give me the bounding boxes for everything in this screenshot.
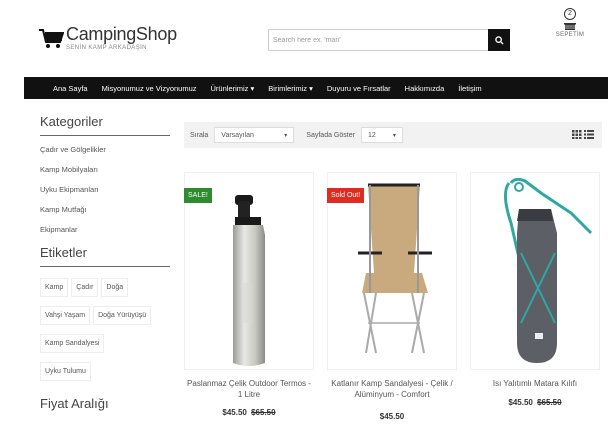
view-toggle: [572, 130, 594, 139]
sort-label: Sırala: [190, 131, 209, 139]
nav-item-units[interactable]: Birimlerimiz ▾: [268, 84, 313, 93]
nav-item-home[interactable]: Ana Sayfa: [53, 84, 88, 93]
nav-item-products[interactable]: Ürünlerimiz ▾: [211, 84, 255, 93]
product-price: $45.50: [327, 412, 457, 421]
product-name[interactable]: Katlanır Kamp Sandalyesi - Çelik / Alümi…: [327, 378, 457, 400]
list-view-icon[interactable]: [584, 130, 594, 139]
tag-link[interactable]: Uyku Tulumu: [40, 362, 91, 381]
nav-item-announcements[interactable]: Duyuru ve Fırsatlar: [327, 84, 391, 93]
sort-select[interactable]: Varsayılan ▾: [214, 127, 295, 143]
tag-cloud: Kamp Çadır Doğa Vahşi Yaşam Doğa Yürüyüş…: [40, 278, 170, 390]
product-price: $45.50 $65.50: [470, 398, 600, 407]
site-logo[interactable]: CampingShop SENİN KAMP ARKADAŞIN: [38, 24, 177, 51]
tag-link[interactable]: Çadır: [71, 278, 99, 297]
category-link[interactable]: Kamp Mobilyaları: [40, 165, 170, 175]
product-card[interactable]: SALE! Paslanmaz Çelik Outdoor Termos - 1…: [184, 172, 314, 430]
price-current: $45.50: [222, 408, 247, 417]
per-page-value: 12: [367, 131, 376, 139]
search-input[interactable]: [268, 29, 488, 51]
brand-name: CampingShop: [66, 24, 177, 44]
categories-title: Kategoriler: [40, 114, 170, 136]
category-link[interactable]: Çadır ve Gölgelikler: [40, 145, 170, 155]
tag-link[interactable]: Vahşi Yaşam: [40, 306, 91, 325]
product-card[interactable]: Sold Out! Katlanır Kamp Sandalyesi - Çel…: [327, 172, 457, 430]
price-current: $45.50: [508, 398, 533, 407]
cart-count-badge: 2: [564, 8, 576, 20]
product-toolbar: Sırala Varsayılan ▾ Sayfada Göster 12 ▾: [184, 122, 602, 148]
cart-label: SEPETİM: [555, 32, 585, 38]
page: CampingShop SENİN KAMP ARKADAŞIN 2 SEPET…: [0, 0, 608, 430]
category-link[interactable]: Kamp Mutfağı: [40, 205, 170, 215]
cart-button[interactable]: 2 SEPETİM: [552, 8, 588, 38]
tags-title: Etiketler: [40, 245, 170, 267]
product-name[interactable]: Paslanmaz Çelik Outdoor Termos - 1 Litre: [184, 378, 314, 400]
product-badge: Sold Out!: [327, 188, 365, 203]
tag-link[interactable]: Kamp: [40, 278, 69, 297]
category-link[interactable]: Ekipmanlar: [40, 225, 170, 235]
nav-item-about[interactable]: Hakkımızda: [405, 84, 445, 93]
grid-view-icon[interactable]: [572, 130, 582, 139]
product-badge: SALE!: [184, 188, 212, 203]
price-current: $45.50: [379, 412, 405, 421]
product-image[interactable]: [470, 172, 600, 370]
brand-tagline: SENİN KAMP ARKADAŞIN: [66, 45, 147, 51]
category-link[interactable]: Uyku Ekipmanları: [40, 185, 170, 195]
shopping-cart-logo-icon: [39, 29, 64, 48]
nav-item-mission[interactable]: Misyonumuz ve Vizyonumuz: [102, 84, 197, 93]
sort-value: Varsayılan: [221, 131, 254, 139]
per-page-label: Sayfada Göster: [306, 131, 355, 139]
tag-link[interactable]: Doğa: [101, 278, 129, 297]
sidebar: Kategoriler Çadır ve Gölgelikler Kamp Mo…: [40, 114, 170, 426]
tag-link[interactable]: Kamp Sandalyesi: [40, 334, 105, 353]
product-grid: SALE! Paslanmaz Çelik Outdoor Termos - 1…: [184, 172, 602, 430]
basket-icon: [564, 23, 576, 30]
price-old: $65.50: [251, 408, 276, 417]
chevron-down-icon: ▾: [284, 132, 288, 139]
bottle-cover-image: [504, 177, 593, 363]
product-price: $45.50 $65.50: [184, 408, 314, 417]
product-card[interactable]: Isı Yalıtımlı Matara Kılıfı $45.50 $65.5…: [470, 172, 600, 430]
nav-item-contact[interactable]: İletişim: [458, 84, 481, 93]
price-old: $65.50: [537, 398, 562, 407]
product-name[interactable]: Isı Yalıtımlı Matara Kılıfı: [470, 378, 600, 389]
price-range-title: Fiyat Aralığı: [40, 396, 109, 411]
main-nav: Ana Sayfa Misyonumuz ve Vizyonumuz Ürünl…: [24, 77, 608, 99]
search-icon: [494, 35, 504, 45]
search-button[interactable]: [488, 29, 510, 51]
search-bar: [268, 29, 510, 51]
chevron-down-icon: ▾: [392, 132, 396, 139]
per-page-select[interactable]: 12 ▾: [360, 127, 403, 143]
tag-link[interactable]: Doğa Yürüyüşü: [93, 306, 152, 325]
